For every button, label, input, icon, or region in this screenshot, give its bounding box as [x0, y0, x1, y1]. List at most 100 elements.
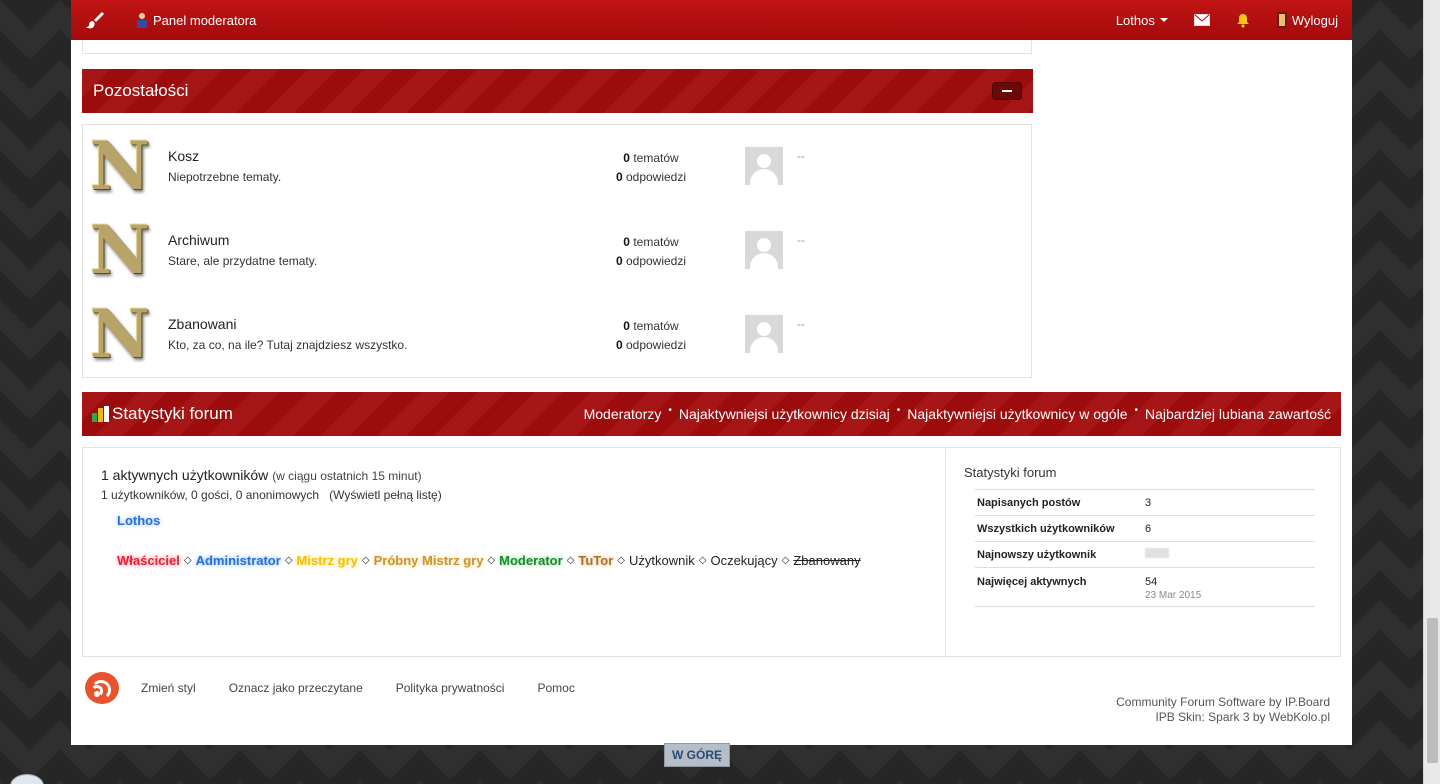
- forum-stats: 0 tematów 0 odpowiedzi: [583, 149, 719, 187]
- legend-separator: ◇: [284, 555, 293, 566]
- group-legend-item: Moderator: [499, 553, 563, 568]
- top-navbar: Panel moderatora Lothos Wyloguj: [71, 0, 1352, 40]
- group-legend-item: Próbny Mistrz gry: [373, 553, 484, 568]
- forum-row: N Zbanowani Kto, za co, na ile? Tutaj zn…: [83, 293, 1031, 377]
- separator: •: [1134, 404, 1138, 416]
- stats-links: Moderatorzy • Najaktywniejsi użytkownicy…: [584, 404, 1331, 423]
- avatar: [745, 315, 783, 353]
- stats-title: Statystyki forum: [112, 404, 233, 423]
- separator: •: [896, 404, 901, 416]
- topics-count: 0: [623, 319, 630, 333]
- forum-stats-title: Statystyki forum: [964, 465, 1057, 480]
- mod-panel-link[interactable]: Panel moderatora: [135, 12, 256, 28]
- stats-link-most-liked[interactable]: Najbardziej lubiana zawartość: [1145, 406, 1331, 422]
- forum-logo-icon: N: [89, 127, 151, 205]
- skin-credit-link[interactable]: IPB Skin: Spark 3 by WebKolo.pl: [1116, 710, 1330, 725]
- group-legend-item: Oczekujący: [710, 553, 778, 568]
- active-users-title: 1 aktywnych użytkowników (w ciągu ostatn…: [101, 467, 422, 483]
- topics-count: 0: [623, 235, 630, 249]
- rss-icon[interactable]: [85, 672, 119, 704]
- forum-name-link[interactable]: Zbanowani: [168, 316, 237, 332]
- topics-count: 0: [623, 151, 630, 165]
- username: Lothos: [1115, 12, 1155, 28]
- active-users-breakdown: 1 użytkowników, 0 gości, 0 anonimowych: [101, 488, 320, 502]
- stats-value: 54 23 Mar 2015: [1145, 576, 1201, 601]
- group-legend-item: TuTor: [578, 553, 614, 568]
- active-users-summary: 1 użytkowników, 0 gości, 0 anonimowych (…: [101, 488, 442, 502]
- mark-read-link[interactable]: Oznacz jako przeczytane: [229, 681, 363, 695]
- forum-description: Kto, za co, na ile? Tutaj znajdziesz wsz…: [168, 338, 408, 352]
- active-users-panel: 1 aktywnych użytkowników (w ciągu ostatn…: [83, 448, 946, 656]
- group-legend-item: Użytkownik: [629, 553, 695, 568]
- legend-separator: ◇: [781, 555, 790, 566]
- mod-panel-label: Panel moderatora: [153, 12, 257, 28]
- stats-row: Napisanych postów 3: [975, 490, 1315, 516]
- replies-count: 0: [615, 170, 623, 184]
- legend-separator: ◇: [698, 555, 707, 566]
- minus-icon: [1002, 90, 1012, 92]
- forum-row: N Kosz Niepotrzebne tematy. 0 tematów 0 …: [83, 125, 1031, 209]
- max-online-date: 23 Mar 2015: [1145, 590, 1202, 601]
- page-content: Pozostałości N Kosz Niepotrzebne tematy.…: [71, 40, 1352, 745]
- legend-separator: ◇: [183, 555, 192, 566]
- help-link[interactable]: Pomoc: [537, 681, 574, 695]
- logout-link[interactable]: Wyloguj: [1276, 12, 1338, 28]
- change-style-link[interactable]: Zmień styl: [141, 681, 196, 695]
- messages-icon[interactable]: [1193, 14, 1210, 26]
- category-title[interactable]: Pozostałości: [93, 81, 188, 101]
- stats-header: Statystyki forum Moderatorzy • Najaktywn…: [82, 392, 1341, 436]
- user-dropdown[interactable]: Lothos: [1116, 13, 1168, 28]
- show-full-list-link[interactable]: (Wyświetl pełną listę): [329, 488, 442, 502]
- go-top-button[interactable]: W GÓRĘ: [664, 743, 730, 767]
- group-legend-item: Zbanowany: [793, 553, 861, 568]
- forum-row: N Archiwum Stare, ale przydatne tematy. …: [83, 209, 1031, 293]
- active-users-note: (w ciągu ostatnich 15 minut): [272, 469, 422, 483]
- footer-links: Zmień styl Oznacz jako przeczytane Polit…: [85, 672, 608, 704]
- stats-link-top-today[interactable]: Najaktywniejsi użytkownicy dzisiaj: [679, 406, 890, 422]
- previous-category-box: [82, 40, 1032, 54]
- notifications-bell-icon[interactable]: [1236, 13, 1250, 28]
- forum-list: N Kosz Niepotrzebne tematy. 0 tematów 0 …: [82, 124, 1032, 378]
- software-credit-link[interactable]: Community Forum Software by IP.Board: [1116, 695, 1330, 710]
- legend-separator: ◇: [361, 555, 370, 566]
- separator: •: [668, 404, 672, 416]
- stats-key: Najnowszy użytkownik: [977, 548, 1097, 561]
- bar-chart-icon: [92, 406, 110, 422]
- stats-value: 3: [1145, 496, 1152, 509]
- last-post: --: [797, 149, 805, 163]
- forum-description: Niepotrzebne tematy.: [168, 170, 282, 184]
- newest-user-link[interactable]: [1145, 548, 1169, 561]
- replies-label: odpowiedzi: [625, 254, 687, 268]
- stats-row: Najwięcej aktywnych 54 23 Mar 2015: [975, 568, 1315, 607]
- page-scrollbar[interactable]: [1423, 0, 1440, 784]
- forum-stats-panel: Statystyki forum Napisanych postów 3 Wsz…: [947, 448, 1341, 656]
- legend-separator: ◇: [617, 555, 625, 566]
- stats-link-top-overall[interactable]: Najaktywniejsi użytkownicy w ogóle: [907, 406, 1127, 422]
- forum-name-link[interactable]: Archiwum: [168, 232, 229, 248]
- forum-logo-icon: N: [89, 211, 151, 289]
- forum-stats-table: Napisanych postów 3 Wszystkich użytkowni…: [975, 489, 1315, 607]
- legend-separator: ◇: [487, 555, 496, 566]
- collapse-toggle-button[interactable]: [992, 82, 1022, 100]
- blurred-username: [1145, 548, 1169, 558]
- replies-count: 0: [615, 338, 623, 352]
- stats-link-moderators[interactable]: Moderatorzy: [584, 406, 662, 422]
- active-user-link[interactable]: Lothos: [117, 513, 160, 528]
- stats-body: 1 aktywnych użytkowników (w ciągu ostatn…: [82, 447, 1341, 657]
- stats-row: Wszystkich użytkowników 6: [975, 516, 1315, 542]
- forum-logo-icon: N: [89, 295, 151, 373]
- replies-count: 0: [615, 254, 623, 268]
- forum-stats: 0 tematów 0 odpowiedzi: [583, 317, 719, 355]
- chat-bubble-icon[interactable]: [10, 774, 44, 784]
- group-legend-item: Mistrz gry: [296, 553, 358, 568]
- forum-name-link[interactable]: Kosz: [168, 148, 199, 164]
- forum-stats: 0 tematów 0 odpowiedzi: [583, 233, 719, 271]
- scrollbar-thumb[interactable]: [1427, 618, 1438, 763]
- avatar: [745, 147, 783, 185]
- door-icon: [1276, 12, 1287, 28]
- stats-row: Najnowszy użytkownik: [975, 542, 1315, 568]
- brush-icon[interactable]: [85, 10, 105, 30]
- replies-label: odpowiedzi: [625, 170, 687, 184]
- user-menu: Lothos Wyloguj: [1090, 12, 1338, 28]
- privacy-policy-link[interactable]: Polityka prywatności: [396, 681, 505, 695]
